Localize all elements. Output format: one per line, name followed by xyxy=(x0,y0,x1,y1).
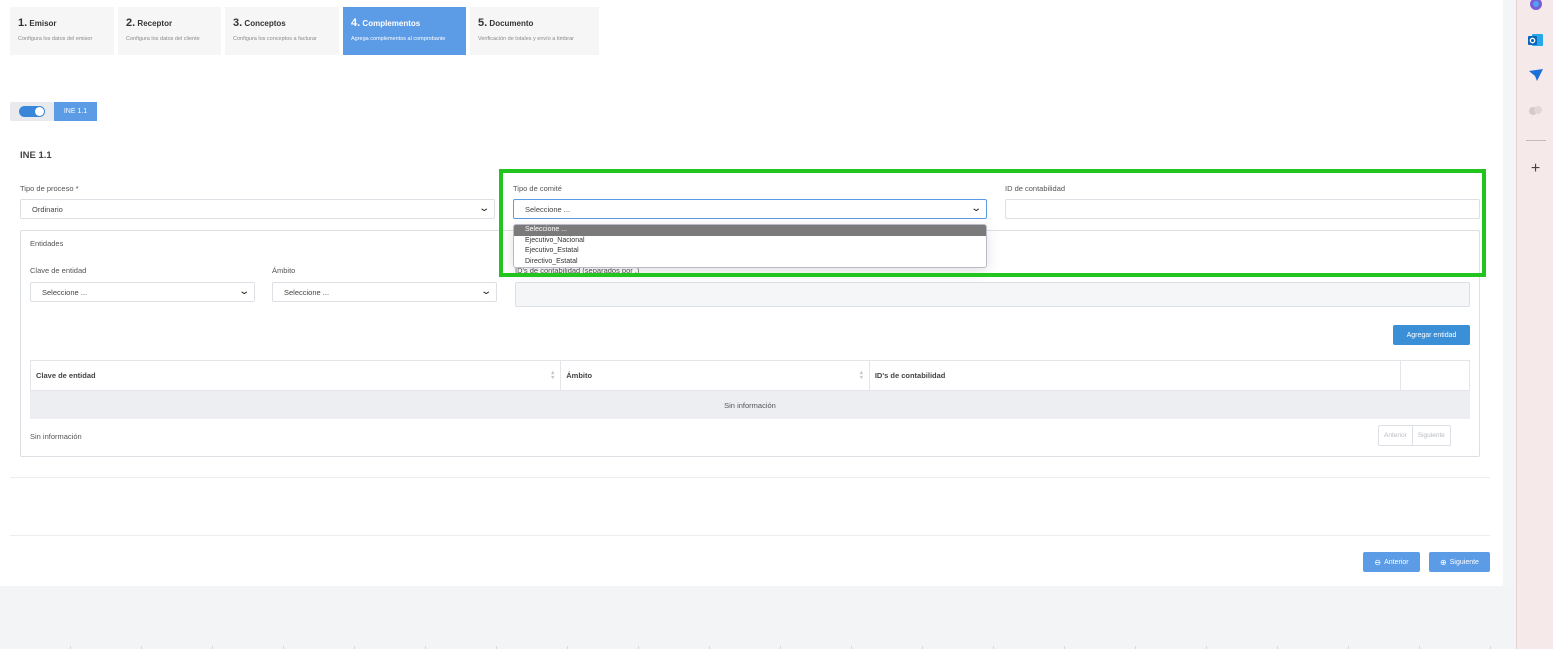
dropdown-option[interactable]: Seleccione ... xyxy=(514,225,986,236)
pager-prev-button[interactable]: Anterior xyxy=(1379,426,1412,445)
tipo-comite-label: Tipo de comité xyxy=(513,184,562,193)
step-subtitle: Configura los conceptos a facturar xyxy=(233,36,317,42)
step-documento[interactable]: 5. Documento Verificación de totales y e… xyxy=(470,7,599,55)
arrow-left-circle-icon: ⊖ xyxy=(1374,557,1382,567)
step-receptor[interactable]: 2. Receptor Configura los datos del clie… xyxy=(118,7,221,55)
sort-icon: ▴ ▾ xyxy=(551,370,555,381)
send-icon[interactable] xyxy=(1527,66,1544,83)
divider xyxy=(10,535,1490,536)
ids-contabilidad-input[interactable] xyxy=(515,282,1470,307)
toggle-knob xyxy=(35,107,44,116)
outlook-icon[interactable] xyxy=(1527,31,1544,48)
main-content: 1. Emisor Configura los datos del emisor… xyxy=(0,0,1503,586)
agregar-entidad-button[interactable]: Agregar entidad xyxy=(1393,325,1470,345)
anterior-label: Anterior xyxy=(1384,558,1409,566)
tipo-comite-dropdown: Seleccione ... Ejecutivo_Nacional Ejecut… xyxy=(513,224,987,268)
step-number: 2. xyxy=(126,17,136,29)
column-header-ambito[interactable]: Ámbito ▴ ▾ xyxy=(561,361,870,390)
add-icon[interactable]: + xyxy=(1527,160,1544,177)
tipo-proceso-value: Ordinario xyxy=(32,204,63,214)
step-title: Conceptos xyxy=(244,19,286,28)
column-header-label: Ámbito xyxy=(566,371,593,380)
table-footer-info: Sin información xyxy=(30,432,82,441)
column-header-ids[interactable]: ID's de contabilidad xyxy=(870,361,1402,390)
step-subtitle: Agrega complementos al comprobante xyxy=(351,36,446,42)
table-header: Clave de entidad ▴ ▾ Ámbito ▴ ▾ ID's de co… xyxy=(30,360,1470,391)
id-contabilidad-input[interactable] xyxy=(1005,199,1480,219)
step-subtitle: Configura los datos del emisor xyxy=(18,36,93,42)
step-title: Documento xyxy=(489,19,534,28)
dropdown-option[interactable]: Directivo_Estatal xyxy=(514,257,986,268)
tipo-proceso-label: Tipo de proceso * xyxy=(20,184,79,193)
chevron-down-icon: ⌄ xyxy=(477,203,490,214)
ine-toggle-container xyxy=(10,102,54,121)
pager-next-button[interactable]: Siguiente xyxy=(1411,426,1450,445)
arrow-right-circle-icon: ⊕ xyxy=(1440,557,1447,567)
feedback-icon[interactable] xyxy=(1527,102,1544,119)
ine-toggle-switch[interactable] xyxy=(19,106,45,117)
step-number: 3. xyxy=(233,17,243,29)
step-title: Emisor xyxy=(29,19,57,28)
sort-icon: ▴ ▾ xyxy=(859,370,863,381)
page-bottom xyxy=(0,586,1516,649)
column-header-label: Clave de entidad xyxy=(36,371,96,380)
ine-tag: INE 1.1 xyxy=(54,102,97,121)
step-title: Complementos xyxy=(362,19,421,28)
step-complementos[interactable]: 4. Complementos Agrega complementos al c… xyxy=(343,7,466,55)
tipo-proceso-select[interactable]: Ordinario ⌄ xyxy=(20,199,495,219)
chevron-down-icon: ⌄ xyxy=(969,203,982,214)
entidades-table: Clave de entidad ▴ ▾ Ámbito ▴ ▾ ID's de co… xyxy=(30,360,1470,419)
copilot-icon[interactable] xyxy=(1527,0,1544,12)
tipo-comite-value: Seleccione ... xyxy=(525,204,571,214)
ambito-select[interactable]: Seleccione ... ⌄ xyxy=(272,282,497,302)
dropdown-option[interactable]: Ejecutivo_Nacional xyxy=(514,236,986,247)
clave-entidad-select[interactable]: Seleccione ... ⌄ xyxy=(30,282,255,302)
id-contabilidad-label: ID de contabilidad xyxy=(1005,184,1066,193)
siguiente-button[interactable]: ⊕ Siguiente xyxy=(1429,552,1490,572)
ambito-label: Ámbito xyxy=(272,266,296,275)
section-title: INE 1.1 xyxy=(20,150,52,161)
wizard-steps: 1. Emisor Configura los datos del emisor… xyxy=(10,7,599,55)
anterior-button[interactable]: ⊖ Anterior xyxy=(1363,552,1420,572)
dropdown-option[interactable]: Ejecutivo_Estatal xyxy=(514,246,986,257)
step-number: 5. xyxy=(478,17,488,29)
siguiente-label: Siguiente xyxy=(1449,558,1479,566)
divider xyxy=(10,477,1490,478)
entidades-legend: Entidades xyxy=(30,239,64,248)
table-empty-row: Sin información xyxy=(30,391,1470,419)
chevron-down-icon: ⌄ xyxy=(479,286,492,297)
step-emisor[interactable]: 1. Emisor Configura los datos del emisor xyxy=(10,7,114,55)
step-number: 1. xyxy=(18,17,28,29)
ine-toggle-group: INE 1.1 xyxy=(10,102,97,121)
column-header-label: ID's de contabilidad xyxy=(874,371,946,380)
sidebar-separator xyxy=(1526,140,1546,141)
ambito-value: Seleccione ... xyxy=(284,287,330,297)
step-subtitle: Verificación de totales y envío a timbra… xyxy=(478,36,574,42)
clave-entidad-label: Clave de entidad xyxy=(30,266,87,275)
tipo-comite-select[interactable]: Seleccione ... ⌄ xyxy=(513,199,987,219)
column-header-clave[interactable]: Clave de entidad ▴ ▾ xyxy=(31,361,562,390)
browser-sidebar: + xyxy=(1516,0,1553,649)
table-pager: Anterior Siguiente xyxy=(1378,425,1451,446)
clave-entidad-value: Seleccione ... xyxy=(42,287,88,297)
step-title: Receptor xyxy=(137,19,173,28)
step-conceptos[interactable]: 3. Conceptos Configura los conceptos a f… xyxy=(225,7,339,55)
step-number: 4. xyxy=(351,17,361,29)
column-header-actions xyxy=(1401,361,1469,390)
chevron-down-icon: ⌄ xyxy=(237,286,250,297)
step-subtitle: Configura los datos del cliente xyxy=(126,36,200,42)
